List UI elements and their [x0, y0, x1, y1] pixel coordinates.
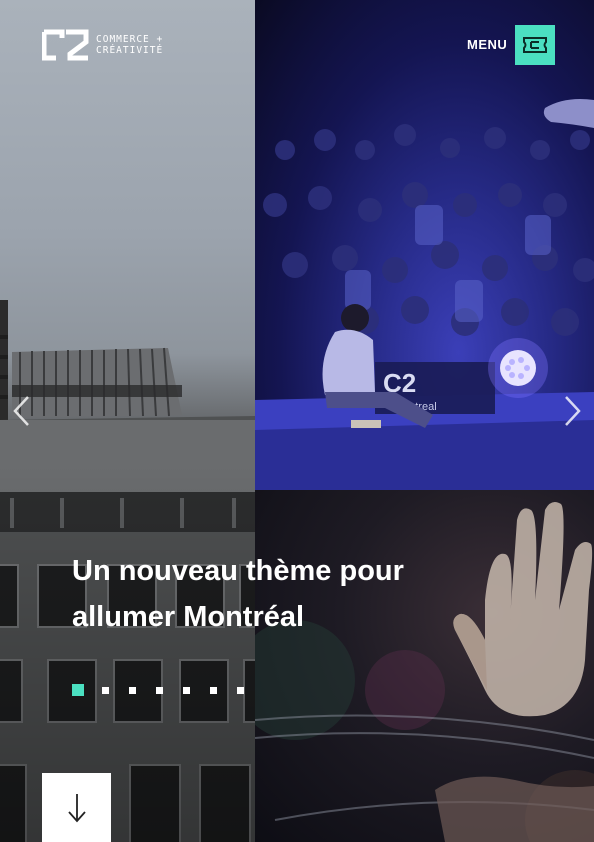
- hero-headline: Un nouveau thème pour allumer Montréal: [72, 548, 472, 640]
- scroll-down-button[interactable]: [42, 773, 111, 842]
- chevron-right-icon: [565, 396, 581, 426]
- slide-dot-active[interactable]: [72, 684, 84, 696]
- building-photo: [0, 0, 255, 842]
- menu-label[interactable]: MENU: [467, 37, 507, 52]
- slide-dot[interactable]: [156, 686, 163, 694]
- menu-button[interactable]: [515, 25, 555, 65]
- slide-dot[interactable]: [102, 686, 109, 694]
- slide-dot[interactable]: [237, 686, 244, 694]
- site-logo[interactable]: COMMERCE + CRÉATIVITÉ: [42, 28, 163, 62]
- hand-lights-photo: [255, 490, 594, 842]
- arrow-down-icon: [67, 793, 86, 822]
- next-slide-button[interactable]: [558, 394, 588, 428]
- logo-line-1: COMMERCE +: [96, 34, 164, 45]
- logo-wordmark: COMMERCE + CRÉATIVITÉ: [96, 34, 163, 56]
- previous-slide-button[interactable]: [6, 394, 36, 428]
- chevron-left-icon: [13, 396, 29, 426]
- headline-line-1: Un nouveau thème pour: [72, 555, 404, 587]
- slide-dot[interactable]: [183, 686, 190, 694]
- slide-pagination: [72, 684, 264, 696]
- headline-line-2: allumer Montréal: [72, 601, 305, 633]
- c2-logo-mark: [42, 29, 89, 61]
- conference-stage-photo: C2 ontreal: [255, 0, 594, 490]
- slide-dot[interactable]: [129, 686, 136, 694]
- hero-carousel: C2 ontreal COMMERCE + CRÉATIVITÉ MENU Un…: [0, 0, 594, 842]
- logo-line-2: CRÉATIVITÉ: [96, 45, 164, 56]
- ticket-icon: [523, 37, 547, 53]
- slide-dot[interactable]: [210, 686, 217, 694]
